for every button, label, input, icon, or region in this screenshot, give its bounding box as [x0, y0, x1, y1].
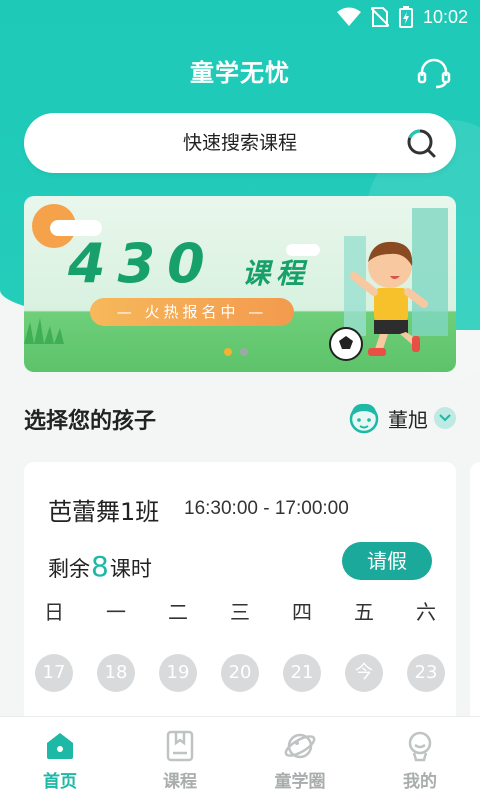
child-dropdown[interactable]: 董旭	[346, 401, 456, 435]
search-input[interactable]: 快速搜索课程	[24, 113, 456, 173]
book-icon	[166, 730, 194, 762]
banner-title-suffix: 课程	[242, 257, 311, 290]
weekday-label: 日	[44, 600, 64, 624]
tab-community[interactable]: 童学圈	[240, 717, 360, 801]
tab-label: 我的	[403, 772, 437, 792]
next-card-edge	[470, 462, 480, 732]
planet-icon	[284, 733, 316, 759]
weekday-label: 五	[354, 600, 374, 624]
status-bar: 10:02	[0, 0, 480, 38]
remaining-lessons: 剩余 8 课时	[48, 550, 152, 583]
date-row: 17 18 19 20 21 今 23	[34, 654, 446, 692]
weekday-label: 六	[416, 600, 436, 624]
date-cell[interactable]: 18	[97, 654, 135, 692]
date-cell[interactable]: 23	[407, 654, 445, 692]
date-cell[interactable]: 17	[35, 654, 73, 692]
chevron-down-icon[interactable]	[434, 407, 456, 429]
kid-soccer-illustration	[329, 241, 428, 361]
home-icon	[47, 733, 73, 759]
tab-profile[interactable]: 我的	[360, 717, 480, 801]
child-avatar-icon	[349, 403, 379, 434]
date-cell[interactable]: 20	[221, 654, 259, 692]
weekday-label: 一	[106, 600, 126, 624]
grass-illustration	[24, 318, 64, 344]
weekday-label: 二	[168, 600, 188, 624]
tab-courses[interactable]: 课程	[120, 717, 240, 801]
leave-request-button[interactable]: 请假	[342, 542, 432, 580]
search-icon[interactable]	[406, 128, 436, 158]
carousel-indicator	[224, 348, 248, 356]
search-placeholder: 快速搜索课程	[182, 132, 297, 154]
tab-label: 首页	[43, 772, 77, 792]
tab-home[interactable]: 首页	[0, 717, 120, 801]
banner-title: 430	[68, 232, 217, 295]
class-card[interactable]: 芭蕾舞1班 16:30:00 - 17:00:00 剩余 8 课时 请假 日 一…	[24, 462, 456, 732]
tab-label: 童学圈	[274, 772, 326, 792]
banner-tagline: — 火热报名中 —	[90, 298, 294, 326]
weekday-label: 三	[230, 600, 250, 624]
section-title: 选择您的孩子	[24, 409, 157, 434]
remaining-count: 8	[91, 550, 109, 583]
date-cell[interactable]: 19	[159, 654, 197, 692]
customer-service-icon[interactable]	[416, 58, 452, 90]
class-time: 16:30:00 - 17:00:00	[184, 498, 349, 519]
weekday-header: 日 一 二 三 四 五 六	[34, 596, 446, 625]
wifi-icon	[336, 7, 361, 26]
weekday-label: 四	[292, 600, 312, 624]
carousel-dot[interactable]	[240, 348, 248, 356]
remaining-suffix: 课时	[109, 557, 152, 581]
class-name: 芭蕾舞1班	[48, 498, 160, 526]
carousel-dot-active[interactable]	[224, 348, 232, 356]
app-header: 童学无忧	[0, 48, 480, 98]
promo-banner[interactable]: 430 课程 — 火热报名中 —	[24, 196, 456, 372]
bottom-tab-bar: 首页 课程 童学圈 我的	[0, 716, 480, 801]
child-selector-row: 选择您的孩子 董旭	[24, 395, 456, 443]
tab-label: 课程	[163, 772, 197, 792]
date-cell-today[interactable]: 今	[345, 654, 383, 692]
date-cell[interactable]: 21	[283, 654, 321, 692]
status-time: 10:02	[422, 6, 468, 27]
battery-icon	[398, 6, 413, 28]
app-title: 童学无忧	[190, 59, 290, 87]
no-sim-icon	[370, 7, 389, 27]
remaining-prefix: 剩余	[48, 557, 90, 581]
profile-icon	[408, 731, 432, 762]
child-name: 董旭	[388, 407, 428, 432]
